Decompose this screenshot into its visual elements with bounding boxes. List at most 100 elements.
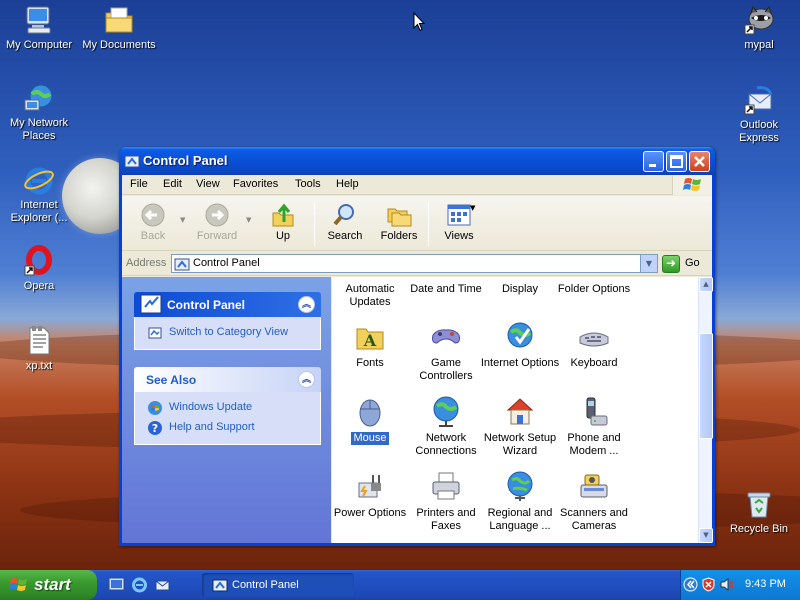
address-dropdown-icon[interactable]: ▼ <box>640 255 657 272</box>
cp-item-printers-faxes[interactable]: Printers and Faxes <box>406 469 486 533</box>
up-button[interactable]: Up <box>256 202 310 242</box>
menu-edit[interactable]: Edit <box>163 178 182 190</box>
desktop-icon-my-computer[interactable]: My Computer <box>0 4 78 52</box>
close-icon <box>694 156 705 167</box>
window-title: Control Panel <box>143 153 228 168</box>
text-file-icon <box>23 325 55 357</box>
switch-category-view-link[interactable]: Switch to Category View <box>147 323 310 343</box>
scrollbar-thumb[interactable] <box>699 333 713 439</box>
views-button[interactable]: Views <box>432 202 486 242</box>
start-button[interactable]: start <box>0 570 97 600</box>
show-hidden-icons-chevron-icon[interactable] <box>683 577 698 592</box>
quicklaunch-outlook-express-icon[interactable] <box>154 576 171 593</box>
back-button[interactable]: Back <box>126 202 180 242</box>
menu-help[interactable]: Help <box>336 178 359 190</box>
close-button[interactable] <box>689 151 710 172</box>
address-label: Address <box>126 257 167 269</box>
cp-item-date-time[interactable]: Date and Time <box>406 283 486 296</box>
cp-item-display[interactable]: Display <box>480 283 560 296</box>
windows-update-icon <box>147 400 163 416</box>
address-field[interactable]: Control Panel ▼ <box>171 254 658 273</box>
network-connections-icon <box>429 394 463 428</box>
folders-button[interactable]: Folders <box>372 202 426 242</box>
cp-item-game-controllers[interactable]: Game Controllers <box>406 319 486 383</box>
desktop-icon-xp-txt[interactable]: xp.txt <box>0 325 78 373</box>
quicklaunch-show-desktop-icon[interactable] <box>108 576 125 593</box>
menu-tools[interactable]: Tools <box>295 178 321 190</box>
views-icon <box>445 202 473 228</box>
network-setup-wizard-icon <box>503 394 537 428</box>
maximize-button[interactable] <box>666 151 687 172</box>
quicklaunch-internet-explorer-icon[interactable] <box>131 576 148 593</box>
address-value: Control Panel <box>193 257 260 269</box>
task-pane: Control Panel ︽ Switch to Category View … <box>122 277 331 543</box>
scanners-cameras-icon <box>577 469 611 503</box>
cp-item-internet-options[interactable]: Internet Options <box>480 319 560 370</box>
menu-file[interactable]: File <box>130 178 148 190</box>
control-panel-window: Control Panel File Edit View Favorites T… <box>119 147 715 546</box>
menu-bar: File Edit View Favorites Tools Help <box>122 175 712 195</box>
power-options-icon <box>353 469 387 503</box>
desktop-icon-my-documents[interactable]: My Documents <box>80 4 158 52</box>
cp-item-scanners-cameras[interactable]: Scanners and Cameras <box>554 469 634 533</box>
collapse-chevron-icon[interactable]: ︽ <box>298 371 315 388</box>
cp-item-mouse[interactable]: Mouse <box>332 394 410 445</box>
desktop-icon-opera[interactable]: Opera <box>0 245 78 293</box>
scroll-down-icon[interactable]: ▼ <box>699 528 713 543</box>
see-also-header[interactable]: See Also ︽ <box>134 367 321 392</box>
cp-item-network-setup-wizard[interactable]: Network Setup Wizard <box>480 394 560 458</box>
views-dropdown-icon[interactable]: ▼ <box>470 204 475 212</box>
cp-item-network-connections[interactable]: Network Connections <box>406 394 486 458</box>
help-support-link[interactable]: ? Help and Support <box>147 418 310 438</box>
desktop-icon-internet-explorer[interactable]: Internet Explorer (... <box>0 164 78 225</box>
phone-modem-icon <box>577 394 611 428</box>
menu-view[interactable]: View <box>196 178 220 190</box>
go-button[interactable]: ➜ Go <box>662 255 708 273</box>
minimize-button[interactable] <box>643 151 664 172</box>
cp-item-folder-options[interactable]: Folder Options <box>554 283 634 296</box>
windows-update-link[interactable]: Windows Update <box>147 398 310 418</box>
internet-explorer-icon <box>23 164 55 196</box>
fonts-icon: A <box>353 319 387 353</box>
printers-faxes-icon <box>429 469 463 503</box>
cp-item-automatic-updates[interactable]: Automatic Updates <box>332 283 410 309</box>
collapse-chevron-icon[interactable]: ︽ <box>298 296 315 313</box>
network-places-icon <box>23 82 55 114</box>
cp-item-regional-language[interactable]: Regional and Language ... <box>480 469 560 533</box>
svg-text:?: ? <box>152 422 158 435</box>
cp-item-phone-modem[interactable]: Phone and Modem ... <box>554 394 634 458</box>
maximize-icon <box>670 155 683 168</box>
go-arrow-icon: ➜ <box>662 255 680 273</box>
control-panel-icon <box>174 257 190 271</box>
desktop-icon-outlook-express[interactable]: Outlook Express <box>720 84 798 145</box>
sound-volume-icon[interactable] <box>719 577 734 592</box>
back-dropdown-icon[interactable]: ▼ <box>180 216 185 224</box>
help-icon: ? <box>147 420 163 436</box>
desktop-icon-network-places[interactable]: My Network Places <box>0 82 78 143</box>
folders-icon <box>385 202 413 228</box>
clock[interactable]: 9:43 PM <box>745 578 786 590</box>
vertical-scrollbar[interactable]: ▲ ▼ <box>698 277 713 543</box>
scroll-up-icon[interactable]: ▲ <box>699 277 713 292</box>
toolbar-separator <box>314 202 315 246</box>
cp-item-keyboard[interactable]: Keyboard <box>554 319 634 370</box>
security-alert-icon[interactable] <box>701 577 716 592</box>
desktop-icon-recycle-bin[interactable]: Recycle Bin <box>720 488 798 536</box>
menu-favorites[interactable]: Favorites <box>233 178 278 190</box>
forward-dropdown-icon[interactable]: ▼ <box>246 216 251 224</box>
regional-language-icon <box>503 469 537 503</box>
control-panel-icon <box>124 154 140 168</box>
desktop-icon-mypal[interactable]: mypal <box>720 4 798 52</box>
keyboard-icon <box>577 319 611 353</box>
control-panel-task-body: Switch to Category View <box>134 317 321 350</box>
my-computer-icon <box>23 4 55 36</box>
control-panel-task-header[interactable]: Control Panel ︽ <box>134 292 321 317</box>
taskbar-button-control-panel[interactable]: Control Panel <box>202 573 354 597</box>
forward-button[interactable]: Forward <box>190 202 244 242</box>
cp-item-fonts[interactable]: A Fonts <box>332 319 410 370</box>
cp-item-power-options[interactable]: Power Options <box>332 469 410 520</box>
switch-view-icon <box>147 325 163 341</box>
window-titlebar[interactable]: Control Panel <box>119 147 715 175</box>
mypal-icon <box>743 4 775 36</box>
search-button[interactable]: Search <box>318 202 372 242</box>
